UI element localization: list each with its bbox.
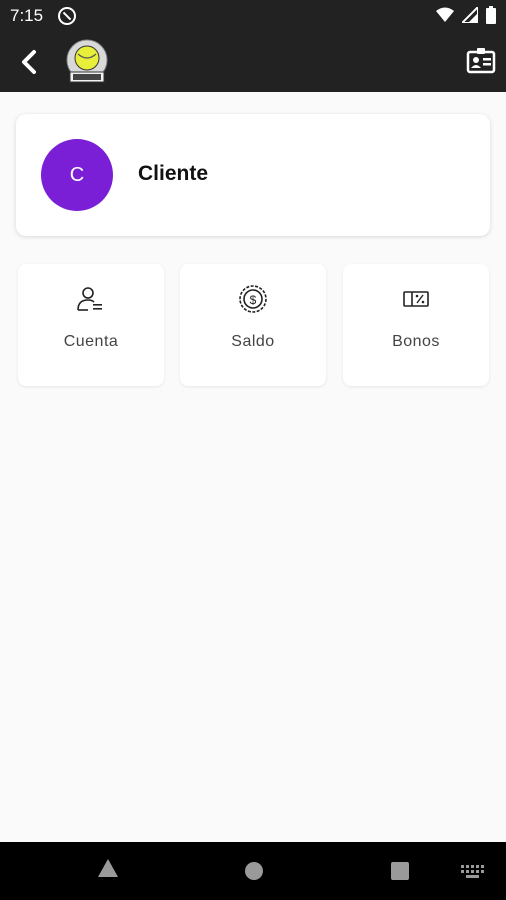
wifi-icon [436,7,454,22]
tile-label: Saldo [231,333,275,350]
club-logo [66,39,108,83]
tile-label: Bonos [392,333,440,350]
svg-text:$: $ [250,293,257,307]
profile-name: Cliente [138,162,209,185]
cell-signal-icon [462,7,478,23]
status-time: 7:15 [10,6,44,25]
ticket-percent-icon [403,291,429,307]
nav-recents-icon[interactable] [390,861,410,881]
id-card-icon[interactable] [466,46,496,76]
navigation-bar [0,842,506,900]
do-not-disturb-icon [58,7,76,25]
user-list-icon [77,287,102,311]
tile-saldo[interactable]: $ Saldo [180,264,326,386]
battery-icon [486,6,496,24]
nav-home-icon[interactable] [244,861,264,881]
system-icons [436,6,496,24]
tile-cuenta[interactable]: Cuenta [18,264,164,386]
profile-card: C Cliente [16,114,490,236]
status-bar: 7:15 [0,0,506,32]
app-bar [0,32,506,92]
tile-bonos[interactable]: Bonos [343,264,489,386]
keyboard-icon[interactable] [461,865,485,879]
nav-back-icon[interactable] [97,858,119,878]
coin-dollar-icon: $ [239,285,267,313]
avatar: C [41,139,113,211]
tile-label: Cuenta [63,333,119,350]
back-arrow-icon[interactable] [14,46,46,78]
